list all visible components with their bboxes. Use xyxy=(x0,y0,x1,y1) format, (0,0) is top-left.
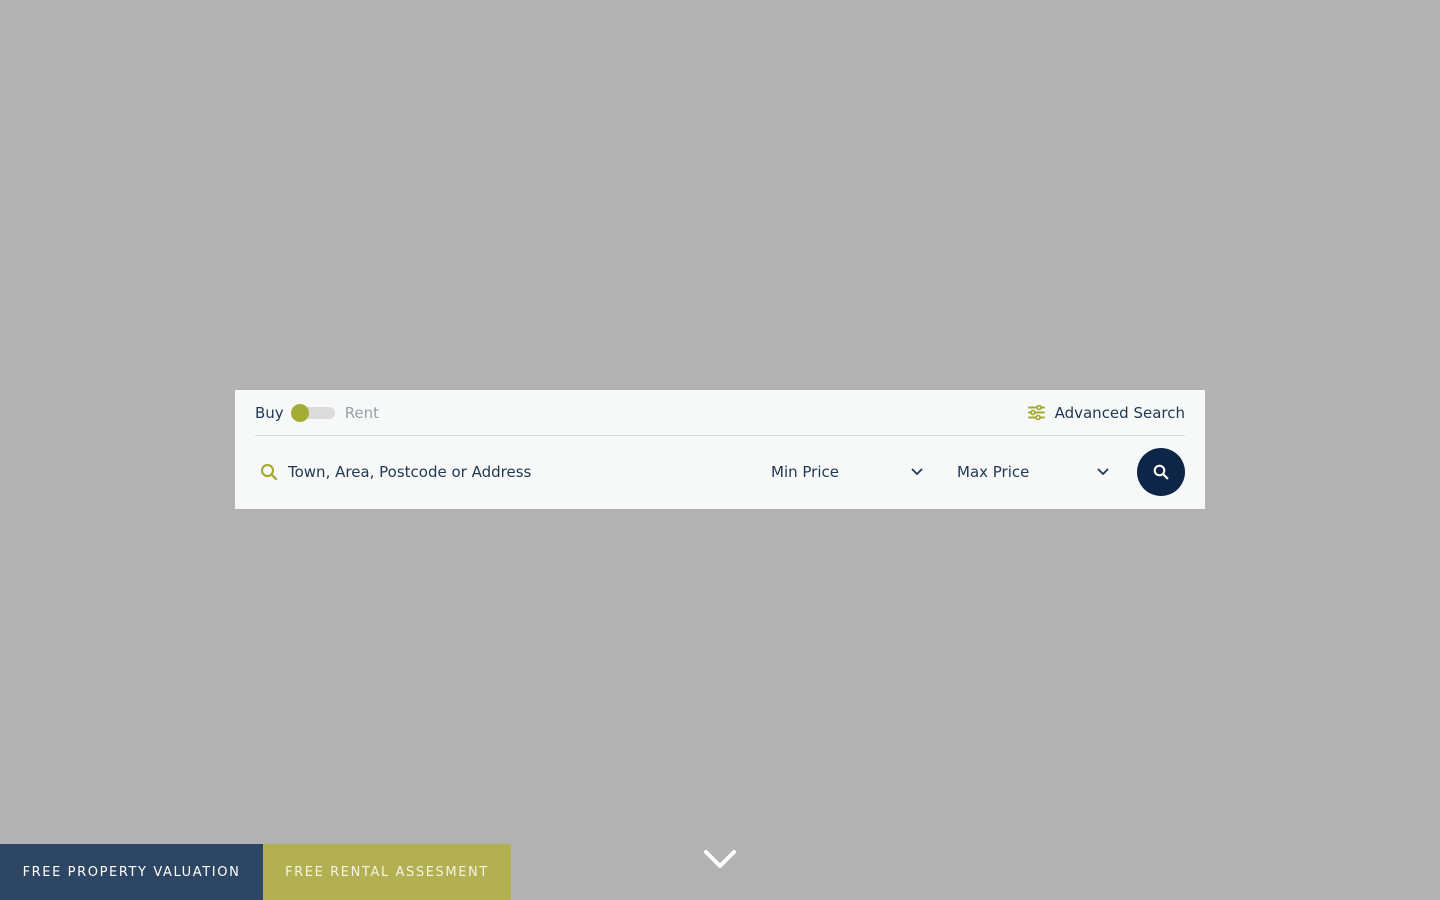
search-bottom-row: Min Price Max Price xyxy=(255,436,1185,508)
location-input[interactable] xyxy=(288,463,728,481)
free-rental-assessment-button[interactable]: FREE RENTAL ASSESMENT xyxy=(263,844,511,900)
buy-label[interactable]: Buy xyxy=(255,404,284,422)
max-price-label: Max Price xyxy=(957,463,1030,481)
cta-bar: FREE PROPERTY VALUATION FREE RENTAL ASSE… xyxy=(0,844,511,900)
location-field xyxy=(255,463,771,481)
switch-knob[interactable] xyxy=(290,403,309,422)
search-button[interactable] xyxy=(1137,448,1185,496)
search-icon xyxy=(1153,464,1169,480)
search-icon xyxy=(260,463,278,481)
property-search-panel: Buy Rent Advanced Search Town, Area, Pos… xyxy=(235,390,1205,509)
search-top-row: Buy Rent Advanced Search xyxy=(255,390,1185,436)
free-property-valuation-button[interactable]: FREE PROPERTY VALUATION xyxy=(0,844,263,900)
scroll-down-chevron-icon[interactable] xyxy=(702,848,738,872)
buy-rent-switch[interactable] xyxy=(290,403,335,422)
buy-rent-toggle: Buy Rent xyxy=(255,403,379,422)
min-price-label: Min Price xyxy=(771,463,839,481)
sliders-icon xyxy=(1027,405,1045,420)
min-price-select[interactable]: Min Price xyxy=(771,463,931,481)
rent-label[interactable]: Rent xyxy=(345,404,379,422)
chevron-down-icon xyxy=(911,468,923,475)
max-price-select[interactable]: Max Price xyxy=(957,463,1117,481)
advanced-search-label: Advanced Search xyxy=(1054,403,1185,422)
advanced-search-link[interactable]: Advanced Search xyxy=(1027,403,1185,422)
chevron-down-icon xyxy=(1097,468,1109,475)
